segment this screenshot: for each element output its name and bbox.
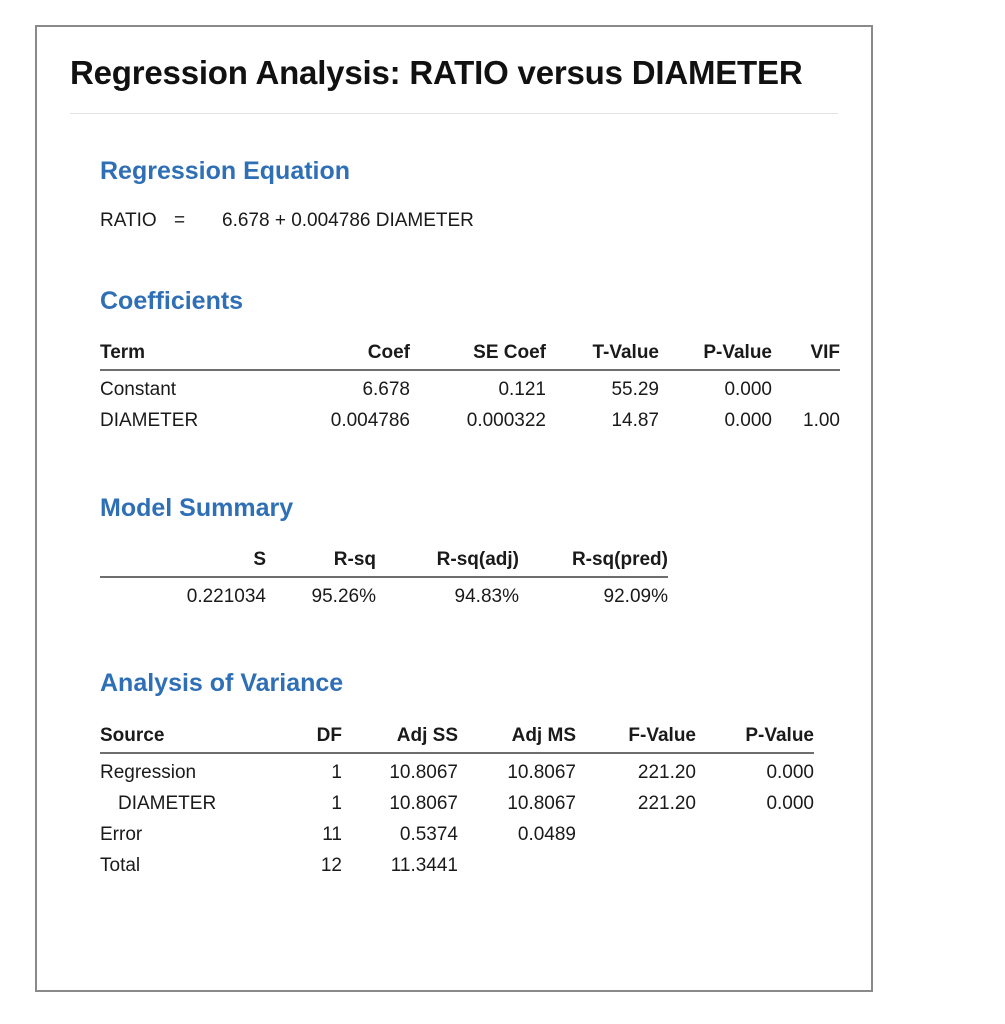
- coefficients-table-header: Term Coef SE Coef T-Value P-Value VIF: [100, 337, 840, 372]
- column-header-adj-ss: Adj SS: [342, 719, 458, 754]
- table-row: 0.221034 95.26% 94.83% 92.09%: [100, 577, 668, 612]
- section-heading-model-summary: Model Summary: [100, 493, 294, 522]
- cell-r-sq: 95.26%: [311, 586, 376, 608]
- cell-term: Constant: [100, 379, 177, 401]
- coefficients-table: Term Coef SE Coef T-Value P-Value VIF Co…: [100, 337, 840, 436]
- cell-coef: 6.678: [362, 379, 410, 401]
- column-header-r-sq: R-sq: [266, 544, 376, 579]
- title-divider: [70, 113, 838, 115]
- cell-adj-ss: 11.3441: [390, 855, 458, 876]
- table-header-row: Source DF Adj SS Adj MS F-Value P-Value: [100, 719, 814, 754]
- anova-table-header: Source DF Adj SS Adj MS F-Value P-Value: [100, 719, 814, 754]
- cell-adj-ms: [458, 850, 576, 881]
- equation-response-variable: RATIO: [100, 209, 157, 231]
- model-summary-table-body: 0.221034 95.26% 94.83% 92.09%: [100, 577, 668, 612]
- cell-term: DIAMETER: [100, 410, 199, 432]
- cell-coef: 0.004786: [330, 410, 410, 432]
- cell-p-value: [696, 850, 814, 881]
- cell-se-coef: 0.121: [498, 379, 546, 401]
- table-header-row: S R-sq R-sq(adj) R-sq(pred): [100, 544, 668, 579]
- cell-source: Regression: [100, 761, 197, 783]
- cell-vif: 1.00: [803, 410, 840, 432]
- cell-p-value: [696, 819, 814, 850]
- cell-source: Total: [100, 855, 141, 876]
- model-summary-table-header: S R-sq R-sq(adj) R-sq(pred): [100, 544, 668, 579]
- cell-df: 1: [331, 792, 342, 814]
- cell-source: Error: [100, 823, 143, 845]
- regression-output-card: Regression Analysis: RATIO versus DIAMET…: [35, 25, 873, 992]
- section-heading-regression-equation: Regression Equation: [100, 157, 351, 186]
- cell-adj-ms: 10.8067: [507, 792, 576, 814]
- column-header-s: S: [100, 544, 266, 579]
- table-header-row: Term Coef SE Coef T-Value P-Value VIF: [100, 337, 840, 372]
- cell-f-value: 221.20: [637, 792, 696, 814]
- cell-df: 12: [320, 855, 342, 876]
- cell-source: DIAMETER: [118, 792, 217, 814]
- cell-f-value: [576, 819, 696, 850]
- column-header-vif: VIF: [772, 337, 840, 372]
- column-header-coef: Coef: [278, 337, 410, 372]
- regression-equation-row: RATIO = 6.678 + 0.004786 DIAMETER: [100, 210, 841, 232]
- anova-table: Source DF Adj SS Adj MS F-Value P-Value …: [100, 719, 814, 881]
- cell-p-value: 0.000: [724, 410, 772, 432]
- equation-equals-sign: =: [174, 209, 186, 231]
- cell-adj-ms: 10.8067: [507, 761, 576, 783]
- section-model-summary: Model Summary S R-sq R-sq(adj) R-sq(pred…: [100, 493, 841, 613]
- column-header-adj-ms: Adj MS: [458, 719, 576, 754]
- cell-vif: [772, 370, 840, 405]
- cell-p-value: 0.000: [766, 761, 814, 783]
- table-row: Total 12 11.3441: [100, 850, 814, 881]
- cell-adj-ss: 10.8067: [389, 792, 458, 814]
- cell-r-sq-adj: 94.83%: [454, 586, 519, 608]
- column-header-t-value: T-Value: [546, 337, 659, 372]
- section-analysis-of-variance: Analysis of Variance Source DF Adj SS Ad…: [100, 670, 841, 881]
- cell-se-coef: 0.000322: [466, 410, 546, 432]
- page-title: Regression Analysis: RATIO versus DIAMET…: [70, 54, 803, 91]
- cell-f-value: 221.20: [637, 761, 696, 783]
- cell-p-value: 0.000: [766, 792, 814, 814]
- card-content: Regression Analysis: RATIO versus DIAMET…: [37, 27, 871, 881]
- table-row: DIAMETER 0.004786 0.000322 14.87 0.000 1…: [100, 405, 840, 436]
- column-header-df: DF: [285, 719, 342, 754]
- table-row: Error 11 0.5374 0.0489: [100, 819, 814, 850]
- cell-s: 0.221034: [186, 586, 266, 608]
- cell-t-value: 55.29: [611, 379, 659, 401]
- cell-t-value: 14.87: [611, 410, 659, 432]
- column-header-r-sq-pred: R-sq(pred): [519, 544, 668, 579]
- equation-expression: 6.678 + 0.004786 DIAMETER: [222, 209, 474, 231]
- section-coefficients: Coefficients Term Coef SE Coef T-Value P…: [100, 286, 841, 437]
- section-regression-equation: Regression Equation RATIO = 6.678 + 0.0047…: [100, 158, 841, 232]
- cell-f-value: [576, 850, 696, 881]
- table-row: Constant 6.678 0.121 55.29 0.000: [100, 370, 840, 405]
- column-header-p-value: P-Value: [696, 719, 814, 754]
- cell-adj-ss: 0.5374: [399, 823, 458, 845]
- cell-df: 1: [331, 761, 342, 783]
- table-row: DIAMETER 1 10.8067 10.8067 221.20 0.000: [100, 788, 814, 819]
- column-header-se-coef: SE Coef: [410, 337, 546, 372]
- model-summary-table: S R-sq R-sq(adj) R-sq(pred) 0.221034 95.…: [100, 544, 668, 612]
- column-header-r-sq-adj: R-sq(adj): [376, 544, 519, 579]
- column-header-source: Source: [100, 719, 285, 754]
- section-heading-analysis-of-variance: Analysis of Variance: [100, 669, 344, 698]
- section-heading-coefficients: Coefficients: [100, 286, 244, 315]
- cell-adj-ms: 0.0489: [517, 823, 576, 845]
- anova-table-body: Regression 1 10.8067 10.8067 221.20 0.00…: [100, 753, 814, 881]
- cell-r-sq-pred: 92.09%: [603, 586, 668, 608]
- table-row: Regression 1 10.8067 10.8067 221.20 0.00…: [100, 753, 814, 788]
- coefficients-table-body: Constant 6.678 0.121 55.29 0.000 DIAMETE…: [100, 370, 840, 436]
- column-header-f-value: F-Value: [576, 719, 696, 754]
- cell-p-value: 0.000: [724, 379, 772, 401]
- cell-df: 11: [322, 823, 342, 845]
- column-header-term: Term: [100, 337, 278, 372]
- cell-adj-ss: 10.8067: [389, 761, 458, 783]
- column-header-p-value: P-Value: [659, 337, 772, 372]
